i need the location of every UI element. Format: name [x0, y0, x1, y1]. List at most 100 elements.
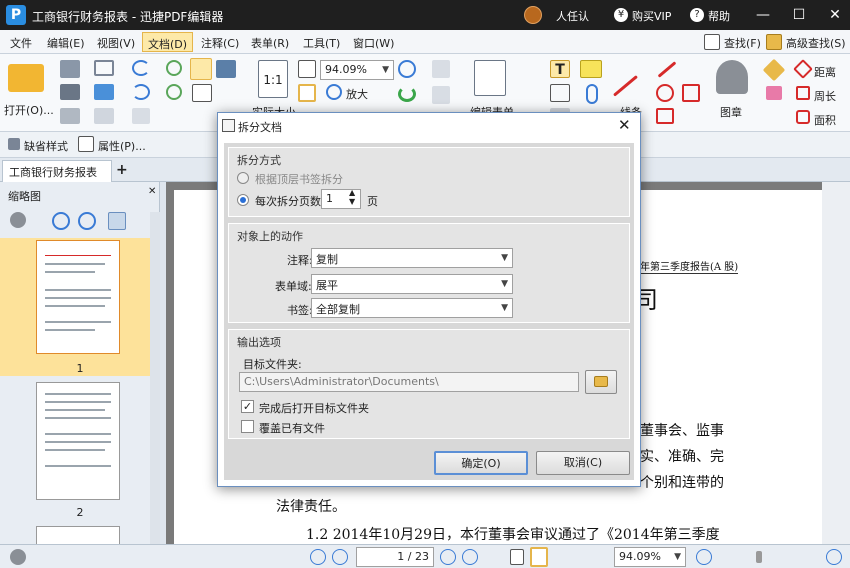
- split-by-bookmark-label[interactable]: 根据顶层书签拆分: [255, 171, 343, 187]
- open-folder-label[interactable]: 完成后打开目标文件夹: [259, 400, 369, 416]
- browse-folder-button[interactable]: [585, 370, 617, 394]
- user-avatar[interactable]: [524, 6, 542, 24]
- settings-gear-icon[interactable]: [10, 549, 26, 565]
- page-layout-icon[interactable]: [432, 86, 450, 104]
- menu-tools[interactable]: 工具(T): [303, 35, 340, 51]
- snapshot-icon[interactable]: [216, 60, 236, 78]
- menu-file[interactable]: 文件: [10, 35, 32, 51]
- thumbnail-scrollbar[interactable]: [150, 212, 160, 562]
- fit-page-icon[interactable]: [298, 60, 316, 78]
- note-icon[interactable]: [580, 60, 602, 78]
- open-folder-checkbox[interactable]: ✓: [241, 400, 254, 413]
- ellipse-tool-icon[interactable]: [656, 84, 674, 102]
- stamp-label[interactable]: 图章: [720, 104, 742, 120]
- vertical-scrollbar[interactable]: [822, 182, 850, 544]
- scan-icon[interactable]: [60, 108, 80, 124]
- minimize-button[interactable]: —: [748, 4, 778, 26]
- zoom-in-icon[interactable]: [326, 84, 342, 100]
- continuous-page-icon[interactable]: [530, 547, 548, 567]
- page-number-input[interactable]: 1 / 23: [356, 547, 434, 567]
- open-button-label[interactable]: 打开(O)...: [4, 102, 54, 118]
- prev-page-icon[interactable]: [332, 549, 348, 565]
- maximize-button[interactable]: ☐: [784, 4, 814, 26]
- gear-icon[interactable]: [10, 212, 26, 228]
- attach-icon[interactable]: [586, 84, 598, 104]
- export-icon[interactable]: [94, 108, 114, 124]
- zoom-in-toolbar-icon[interactable]: [398, 60, 416, 78]
- help-link[interactable]: 帮助: [708, 8, 730, 24]
- bookmark-select[interactable]: 全部复制 ▼: [311, 298, 513, 318]
- menu-edit[interactable]: 编辑(E): [47, 35, 85, 51]
- split-by-pages-label[interactable]: 每次拆分页数: [255, 193, 321, 209]
- typewriter-icon[interactable]: T: [550, 60, 570, 78]
- find-button[interactable]: 查找(F): [724, 35, 761, 51]
- fit-width-icon[interactable]: [298, 84, 316, 102]
- menu-window[interactable]: 窗口(W): [353, 35, 394, 51]
- edit-form-icon[interactable]: [474, 60, 506, 96]
- close-panel-button[interactable]: ✕: [148, 186, 156, 197]
- undo-icon[interactable]: [132, 60, 150, 76]
- add-tab-button[interactable]: +: [116, 162, 128, 178]
- split-by-pages-radio[interactable]: [237, 194, 249, 206]
- open-folder-icon[interactable]: [8, 64, 44, 92]
- last-page-icon[interactable]: [462, 549, 478, 565]
- rectangle-tool-icon[interactable]: [656, 108, 674, 124]
- menu-form[interactable]: 表单(R): [251, 35, 289, 51]
- menu-view[interactable]: 视图(V): [97, 35, 135, 51]
- page-icon[interactable]: [432, 60, 450, 78]
- overwrite-checkbox[interactable]: [241, 420, 254, 433]
- rotate-icon[interactable]: [398, 86, 416, 102]
- zoom-in-status-icon[interactable]: [826, 549, 842, 565]
- print-icon[interactable]: [60, 84, 80, 100]
- close-button[interactable]: ✕: [820, 4, 850, 26]
- advanced-find-button[interactable]: 高级查找(S): [786, 35, 846, 51]
- zoom-out-thumb-icon[interactable]: [78, 212, 96, 230]
- document-tab[interactable]: 工商银行财务报表: [2, 160, 112, 182]
- image-icon[interactable]: [94, 84, 114, 100]
- pencil-icon[interactable]: [762, 58, 786, 82]
- email-icon[interactable]: [94, 60, 114, 76]
- default-style-button[interactable]: 缺省样式: [24, 138, 68, 154]
- zoom-select[interactable]: 94.09% ▼: [320, 60, 394, 80]
- first-page-icon[interactable]: [310, 549, 326, 565]
- arrow-tool-icon[interactable]: [657, 61, 677, 78]
- hand-tool-icon[interactable]: [190, 58, 212, 80]
- zoom-in-thumb-icon[interactable]: [52, 212, 70, 230]
- properties-button[interactable]: 属性(P)...: [98, 138, 146, 154]
- cut-icon[interactable]: [132, 108, 150, 124]
- single-page-icon[interactable]: [510, 549, 524, 565]
- pages-stepper-icon[interactable]: ▲ ▼: [349, 188, 355, 206]
- form-field-select[interactable]: 展平 ▼: [311, 274, 513, 294]
- textbox-icon[interactable]: [550, 84, 570, 102]
- eraser-icon[interactable]: [766, 86, 782, 100]
- rotate-thumb-icon[interactable]: [108, 212, 126, 230]
- actual-size-icon[interactable]: 1:1: [258, 60, 288, 98]
- cancel-button[interactable]: 取消(C): [536, 451, 630, 475]
- area-button[interactable]: 面积: [814, 112, 836, 128]
- next-page-icon[interactable]: [440, 549, 456, 565]
- dialog-close-button[interactable]: ✕: [618, 116, 631, 134]
- status-zoom-select[interactable]: 94.09% ▼: [614, 547, 686, 567]
- redo-icon[interactable]: [132, 84, 150, 100]
- prev-view-icon[interactable]: [166, 60, 182, 76]
- select-text-icon[interactable]: [192, 84, 212, 102]
- annotation-select[interactable]: 复制 ▼: [311, 248, 513, 268]
- zoom-out-icon[interactable]: [696, 549, 712, 565]
- save-icon[interactable]: [60, 60, 80, 78]
- split-by-bookmark-radio[interactable]: [237, 172, 249, 184]
- page-thumbnail-2[interactable]: [36, 382, 120, 500]
- target-folder-input[interactable]: C:\Users\Administrator\Documents\: [239, 372, 579, 392]
- distance-button[interactable]: 距离: [814, 64, 836, 80]
- page-thumbnail-1[interactable]: [36, 240, 120, 354]
- menu-comment[interactable]: 注释(C): [201, 35, 239, 51]
- polygon-tool-icon[interactable]: [682, 84, 700, 102]
- zoom-in-label[interactable]: 放大: [346, 86, 368, 102]
- stamp-icon[interactable]: [716, 60, 748, 94]
- line-tool-icon[interactable]: [613, 75, 638, 97]
- perimeter-button[interactable]: 周长: [814, 88, 836, 104]
- zoom-slider-handle[interactable]: [756, 551, 762, 563]
- menu-document[interactable]: 文档(D): [142, 32, 194, 52]
- overwrite-label[interactable]: 覆盖已有文件: [259, 420, 325, 436]
- ok-button[interactable]: 确定(O): [434, 451, 528, 475]
- buy-vip-link[interactable]: 购买VIP: [632, 8, 671, 24]
